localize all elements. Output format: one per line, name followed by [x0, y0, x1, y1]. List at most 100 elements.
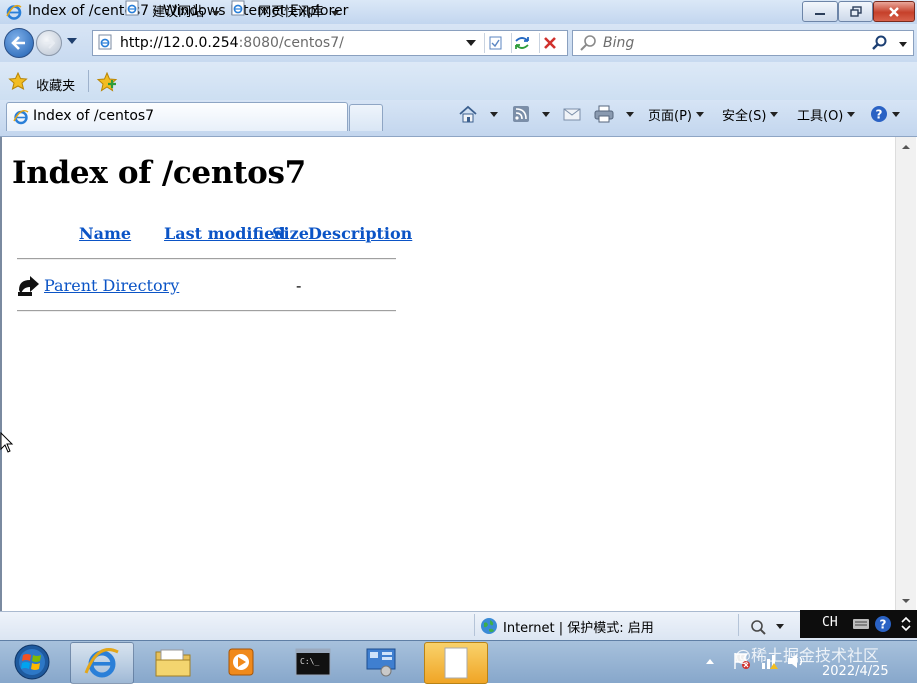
address-dropdown-icon[interactable] — [466, 39, 476, 47]
tab-label: Index of /centos7 — [33, 108, 155, 124]
tab-index-centos7[interactable]: Index of /centos7 — [6, 102, 348, 131]
taskbar-item-command-prompt[interactable]: C:\_ — [282, 642, 344, 682]
favorites-separator — [88, 70, 89, 92]
vertical-scrollbar[interactable] — [895, 137, 916, 611]
help-icon[interactable]: ? — [874, 615, 892, 633]
rss-feed-icon — [513, 106, 529, 122]
back-button[interactable] — [4, 28, 34, 58]
parent-directory-size: - — [296, 276, 302, 295]
refresh-button[interactable] — [511, 33, 532, 53]
langbar-options-icon[interactable] — [900, 614, 912, 634]
suggested-sites-button[interactable]: 建议网站 — [124, 0, 221, 20]
compatibility-view-button[interactable] — [484, 33, 505, 53]
windows-start-icon — [14, 644, 50, 680]
forward-button[interactable] — [36, 30, 62, 56]
close-icon — [889, 6, 899, 17]
input-language[interactable]: CH — [822, 615, 838, 630]
security-zone-label: Internet | 保护模式: 启用 — [503, 620, 654, 636]
web-slice-gallery-label: 网页快讯库 — [258, 5, 324, 20]
clock-date[interactable]: 2022/4/25 — [822, 664, 889, 679]
chevron-down-icon — [892, 111, 900, 117]
start-button[interactable] — [8, 642, 56, 682]
svg-text:C:\_: C:\_ — [300, 657, 319, 666]
security-zone[interactable]: Internet | 保护模式: 启用 — [480, 617, 654, 636]
page-icon — [231, 0, 245, 16]
restore-icon — [849, 6, 862, 17]
folder-icon — [155, 649, 191, 677]
taskbar-item-notepad[interactable] — [424, 642, 488, 684]
home-button[interactable] — [458, 104, 498, 124]
feeds-button[interactable] — [512, 104, 550, 124]
favorites-button[interactable]: 收藏夹 — [8, 71, 76, 94]
svg-text:?: ? — [880, 618, 887, 632]
parent-directory-link[interactable]: Parent Directory — [44, 276, 179, 295]
suggested-sites-label: 建议网站 — [152, 5, 205, 20]
ie-page-icon — [13, 109, 29, 125]
stop-icon — [544, 37, 556, 49]
address-url[interactable]: http://12.0.0.254:8080/centos7/ — [120, 35, 344, 51]
chevron-down-icon — [770, 111, 779, 117]
search-placeholder: Bing — [603, 35, 635, 51]
forward-arrow-icon — [44, 37, 55, 49]
keyboard-icon[interactable] — [852, 618, 870, 630]
tools-menu-button[interactable]: 工具(O) — [797, 104, 856, 124]
internet-globe-icon — [481, 618, 497, 634]
help-menu-button[interactable]: ? — [870, 104, 900, 124]
table-divider-top — [17, 258, 396, 260]
taskbar-item-server-manager[interactable] — [350, 642, 412, 682]
ie-logo-icon — [6, 4, 22, 20]
add-to-favorites-icon[interactable] — [96, 72, 118, 92]
taskbar-item-explorer[interactable] — [142, 642, 204, 682]
web-slice-gallery-button[interactable]: 网页快讯库 — [230, 0, 340, 20]
recent-pages-dropdown-icon[interactable] — [66, 36, 78, 46]
page-menu-button[interactable]: 页面(P) — [648, 104, 704, 124]
column-header-description[interactable]: Description — [308, 224, 412, 243]
favorites-label: 收藏夹 — [36, 79, 76, 94]
minimize-button[interactable] — [802, 1, 838, 22]
compatibility-view-icon — [489, 36, 502, 50]
scroll-up-arrow-icon[interactable] — [896, 137, 916, 157]
language-bar[interactable]: CH ? — [800, 610, 917, 638]
chevron-down-icon — [212, 11, 221, 16]
command-prompt-icon: C:\_ — [295, 648, 331, 676]
print-button[interactable] — [594, 104, 634, 124]
status-separator — [474, 614, 475, 636]
minimize-icon — [815, 12, 825, 15]
chevron-down-icon — [695, 111, 704, 117]
mail-icon[interactable] — [563, 106, 581, 122]
tools-menu-label: 工具(O) — [797, 108, 844, 124]
new-tab-button[interactable] — [349, 104, 383, 131]
taskbar-item-media-player[interactable] — [210, 642, 272, 682]
favorites-bar — [0, 62, 917, 100]
column-header-name[interactable]: Name — [79, 224, 131, 243]
page-icon — [98, 34, 112, 50]
server-manager-icon — [366, 648, 396, 677]
search-icon[interactable] — [871, 34, 889, 52]
help-icon: ? — [871, 106, 887, 122]
zoom-level-icon[interactable] — [748, 617, 788, 635]
svg-text:?: ? — [876, 108, 883, 122]
chevron-down-icon — [847, 111, 856, 117]
favorites-star-icon — [8, 71, 28, 90]
search-options-dropdown-icon[interactable] — [897, 34, 909, 52]
safety-menu-button[interactable]: 安全(S) — [722, 104, 779, 124]
chevron-down-icon — [490, 111, 498, 117]
close-button[interactable] — [873, 1, 915, 22]
page-icon — [125, 0, 139, 16]
column-header-last-modified[interactable]: Last modified — [164, 224, 285, 243]
stop-button[interactable] — [539, 33, 562, 53]
status-separator — [738, 614, 739, 636]
page-heading: Index of /centos7 — [12, 155, 306, 191]
maximize-button[interactable] — [838, 1, 873, 22]
address-bar[interactable]: http://12.0.0.254:8080/centos7/ — [92, 30, 568, 56]
column-header-size[interactable]: Size — [272, 224, 309, 243]
url-path: :8080/centos7/ — [238, 35, 344, 51]
show-hidden-icons-icon[interactable] — [705, 657, 715, 665]
back-arrow-icon — [18, 276, 39, 296]
scroll-down-arrow-icon[interactable] — [896, 591, 916, 611]
url-host: http://12.0.0.254 — [120, 35, 239, 51]
document-icon — [444, 647, 468, 679]
taskbar-item-internet-explorer[interactable] — [70, 642, 134, 684]
table-divider-bottom — [17, 310, 396, 312]
search-box[interactable]: Bing — [572, 30, 914, 56]
